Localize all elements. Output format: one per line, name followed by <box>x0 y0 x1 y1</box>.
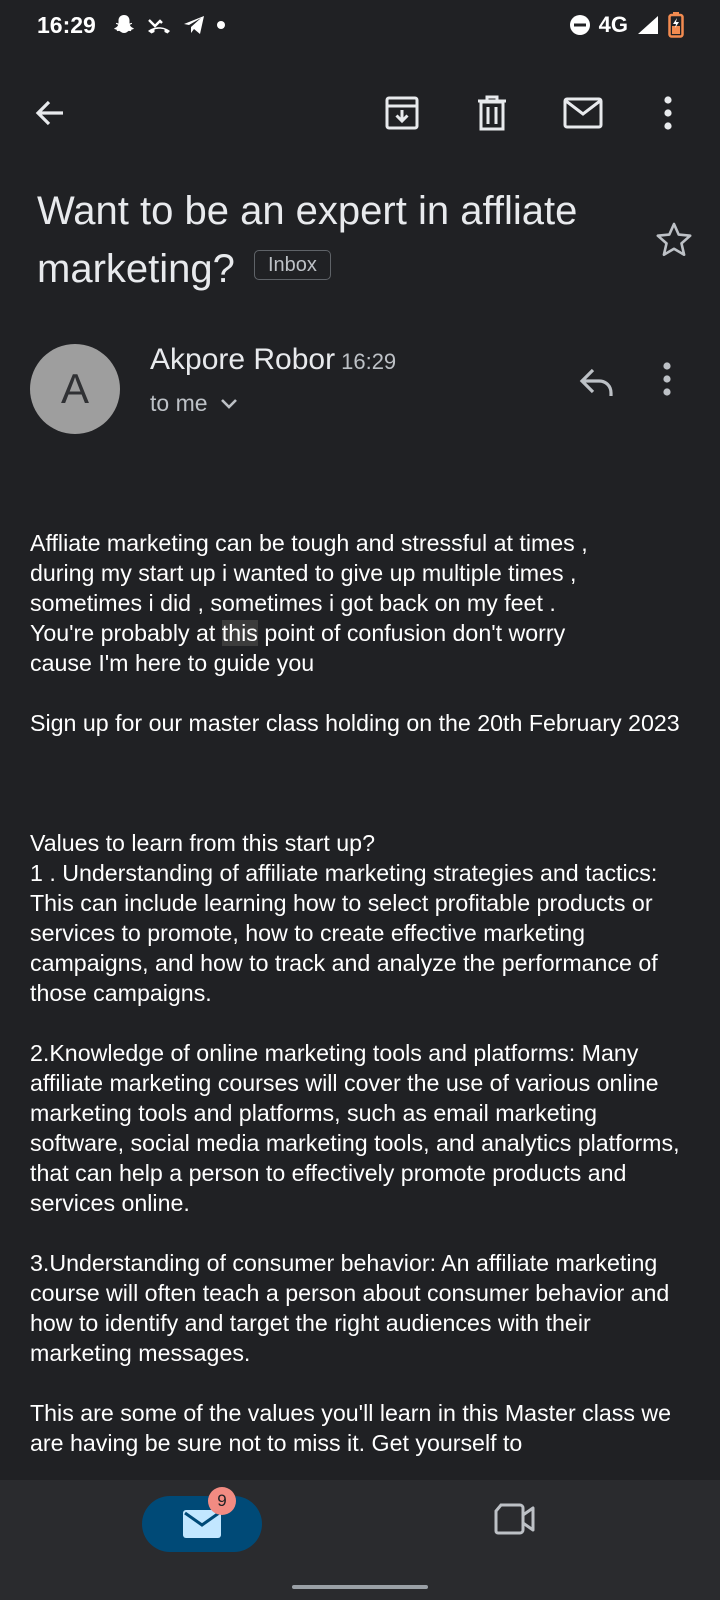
mark-unread-button[interactable] <box>560 90 606 136</box>
signal-icon <box>636 14 660 36</box>
network-type: 4G <box>598 12 628 37</box>
star-icon <box>654 220 694 260</box>
inbox-label-chip[interactable]: Inbox <box>254 250 331 281</box>
body-paragraph: 2.Knowledge of online marketing tools an… <box>30 1040 680 1216</box>
telegram-icon <box>182 14 206 36</box>
home-indicator[interactable] <box>292 1585 428 1589</box>
sender-avatar[interactable]: A <box>30 344 120 434</box>
star-button[interactable] <box>654 220 694 260</box>
highlighted-word: this <box>221 620 258 646</box>
body-paragraph: This are some of the values you'll learn… <box>30 1400 672 1456</box>
email-toolbar <box>0 80 720 140</box>
more-vert-icon <box>663 96 673 130</box>
mail-icon <box>183 1510 221 1538</box>
reply-button[interactable] <box>578 362 624 408</box>
trash-icon <box>476 95 508 131</box>
missed-call-icon <box>146 14 172 36</box>
archive-button[interactable] <box>379 90 425 136</box>
meet-tab[interactable] <box>494 1502 544 1548</box>
dot-icon <box>216 20 226 30</box>
delete-button[interactable] <box>469 90 515 136</box>
dnd-icon <box>569 14 591 36</box>
mail-tab[interactable] <box>142 1496 262 1552</box>
sender-name: Akpore Robor <box>150 343 336 376</box>
body-paragraph: Sign up for our master class holding on … <box>30 710 680 736</box>
status-time: 16:29 <box>37 12 96 38</box>
more-vert-icon <box>662 362 672 396</box>
chevron-down-icon <box>220 398 238 410</box>
status-bar: 16:29 4G <box>0 0 720 52</box>
snapchat-icon <box>112 13 136 37</box>
email-subject-block: Want to be an expert in affliate marketi… <box>37 182 637 298</box>
body-paragraph: Affliate marketing can be tough and stre… <box>30 528 695 678</box>
archive-icon <box>384 95 420 131</box>
email-time: 16:29 <box>341 349 397 374</box>
recipient-text: to me <box>150 390 208 416</box>
sender-line: Akpore Robor 16:29 <box>150 343 396 377</box>
body-paragraph: 3.Understanding of consumer behavior: An… <box>30 1250 670 1366</box>
video-camera-icon <box>494 1502 536 1536</box>
email-body: Affliate marketing can be tough and stre… <box>30 528 695 1480</box>
unread-count-badge: 9 <box>208 1487 236 1515</box>
bottom-navigation <box>0 1480 720 1600</box>
battery-icon <box>668 12 684 38</box>
back-arrow-icon <box>33 96 67 130</box>
recipient-details-toggle[interactable]: to me <box>150 390 238 417</box>
reply-icon <box>578 362 618 402</box>
message-more-button[interactable] <box>662 362 692 408</box>
mail-icon <box>563 97 603 129</box>
body-paragraph: Values to learn from this start up? 1 . … <box>30 830 658 1006</box>
back-button[interactable] <box>27 90 73 136</box>
more-options-button[interactable] <box>645 90 691 136</box>
